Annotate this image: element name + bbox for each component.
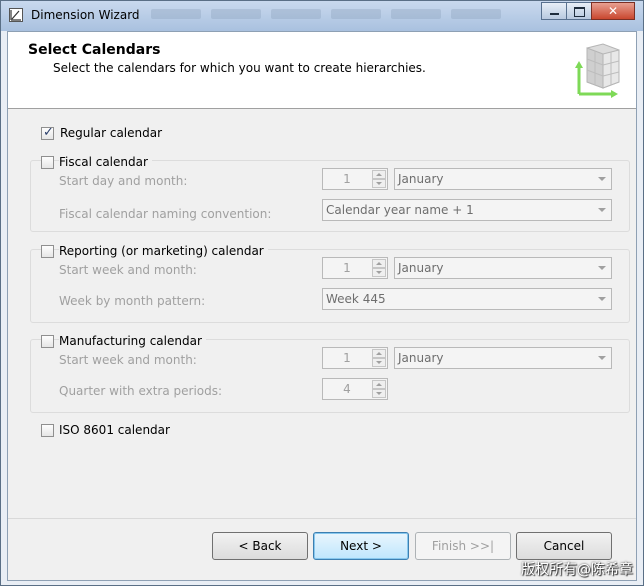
manufacturing-calendar-checkbox[interactable] xyxy=(41,335,54,348)
manufacturing-start-month-value: January xyxy=(398,351,444,365)
manufacturing-start-week-value: 1 xyxy=(343,351,351,365)
manufacturing-quarter-label: Quarter with extra periods: xyxy=(59,384,223,398)
title-bar[interactable]: Dimension Wizard xyxy=(1,1,643,31)
fiscal-start-day-spinner[interactable]: 1 xyxy=(322,168,388,190)
manufacturing-start-week-spinner[interactable]: 1 xyxy=(322,347,388,369)
reporting-start-month-value: January xyxy=(398,261,444,275)
spin-down-icon[interactable] xyxy=(372,179,386,188)
spin-up-icon[interactable] xyxy=(372,259,386,268)
reporting-start-label: Start week and month: xyxy=(59,263,197,277)
close-button[interactable] xyxy=(591,2,635,20)
cancel-button[interactable]: Cancel xyxy=(516,532,612,560)
dimension-wizard-window: Dimension Wizard Select Calendars Select… xyxy=(0,0,644,586)
fiscal-start-day-value: 1 xyxy=(343,172,351,186)
finish-button[interactable]: Finish >>| xyxy=(415,532,511,560)
dimension-cube-icon xyxy=(575,43,620,98)
chevron-down-icon xyxy=(594,173,608,185)
spin-down-icon[interactable] xyxy=(372,268,386,277)
fiscal-naming-label: Fiscal calendar naming convention: xyxy=(59,207,272,221)
reporting-pattern-dropdown[interactable]: Week 445 xyxy=(322,288,612,310)
chevron-down-icon xyxy=(594,262,608,274)
regular-calendar-label[interactable]: Regular calendar xyxy=(60,126,162,140)
fiscal-calendar-checkbox[interactable] xyxy=(41,156,54,169)
fiscal-start-month-dropdown[interactable]: January xyxy=(394,168,612,190)
fiscal-naming-value: Calendar year name + 1 xyxy=(326,203,474,217)
reporting-start-month-dropdown[interactable]: January xyxy=(394,257,612,279)
reporting-start-week-spinner[interactable]: 1 xyxy=(322,257,388,279)
fiscal-start-month-value: January xyxy=(398,172,444,186)
reporting-start-week-value: 1 xyxy=(343,261,351,275)
spin-up-icon[interactable] xyxy=(372,170,386,179)
reporting-calendar-checkbox[interactable] xyxy=(41,245,54,258)
wizard-icon xyxy=(9,8,23,22)
window-title: Dimension Wizard xyxy=(31,8,140,22)
iso-calendar-label[interactable]: ISO 8601 calendar xyxy=(59,423,170,437)
fiscal-calendar-label[interactable]: Fiscal calendar xyxy=(59,155,152,169)
maximize-button[interactable] xyxy=(566,2,592,20)
wizard-header: Select Calendars Select the calendars fo… xyxy=(8,32,636,109)
fiscal-naming-dropdown[interactable]: Calendar year name + 1 xyxy=(322,199,612,221)
next-button[interactable]: Next > xyxy=(313,532,409,560)
copyright-watermark: 版权所有@陈希章 xyxy=(521,562,633,578)
reporting-calendar-label[interactable]: Reporting (or marketing) calendar xyxy=(59,244,268,258)
spin-up-icon[interactable] xyxy=(372,380,386,389)
regular-calendar-checkbox[interactable] xyxy=(41,125,54,140)
spin-down-icon[interactable] xyxy=(372,389,386,398)
blurred-taskbar-background xyxy=(151,9,521,23)
chevron-down-icon xyxy=(594,204,608,216)
page-title: Select Calendars xyxy=(28,42,161,58)
manufacturing-quarter-spinner[interactable]: 4 xyxy=(322,378,388,400)
iso-calendar-checkbox[interactable] xyxy=(41,424,54,437)
minimize-button[interactable] xyxy=(541,2,567,20)
page-subtitle: Select the calendars for which you want … xyxy=(53,61,426,75)
chevron-down-icon xyxy=(594,293,608,305)
footer-divider xyxy=(8,518,636,519)
reporting-pattern-label: Week by month pattern: xyxy=(59,294,206,308)
spin-down-icon[interactable] xyxy=(372,358,386,367)
manufacturing-start-month-dropdown[interactable]: January xyxy=(394,347,612,369)
manufacturing-quarter-value: 4 xyxy=(343,382,351,396)
manufacturing-calendar-label[interactable]: Manufacturing calendar xyxy=(59,334,206,348)
back-button[interactable]: < Back xyxy=(212,532,308,560)
chevron-down-icon xyxy=(594,352,608,364)
wizard-client-area: Select Calendars Select the calendars fo… xyxy=(7,31,637,581)
fiscal-start-label: Start day and month: xyxy=(59,174,188,188)
spin-up-icon[interactable] xyxy=(372,349,386,358)
manufacturing-start-label: Start week and month: xyxy=(59,353,197,367)
reporting-pattern-value: Week 445 xyxy=(326,292,386,306)
